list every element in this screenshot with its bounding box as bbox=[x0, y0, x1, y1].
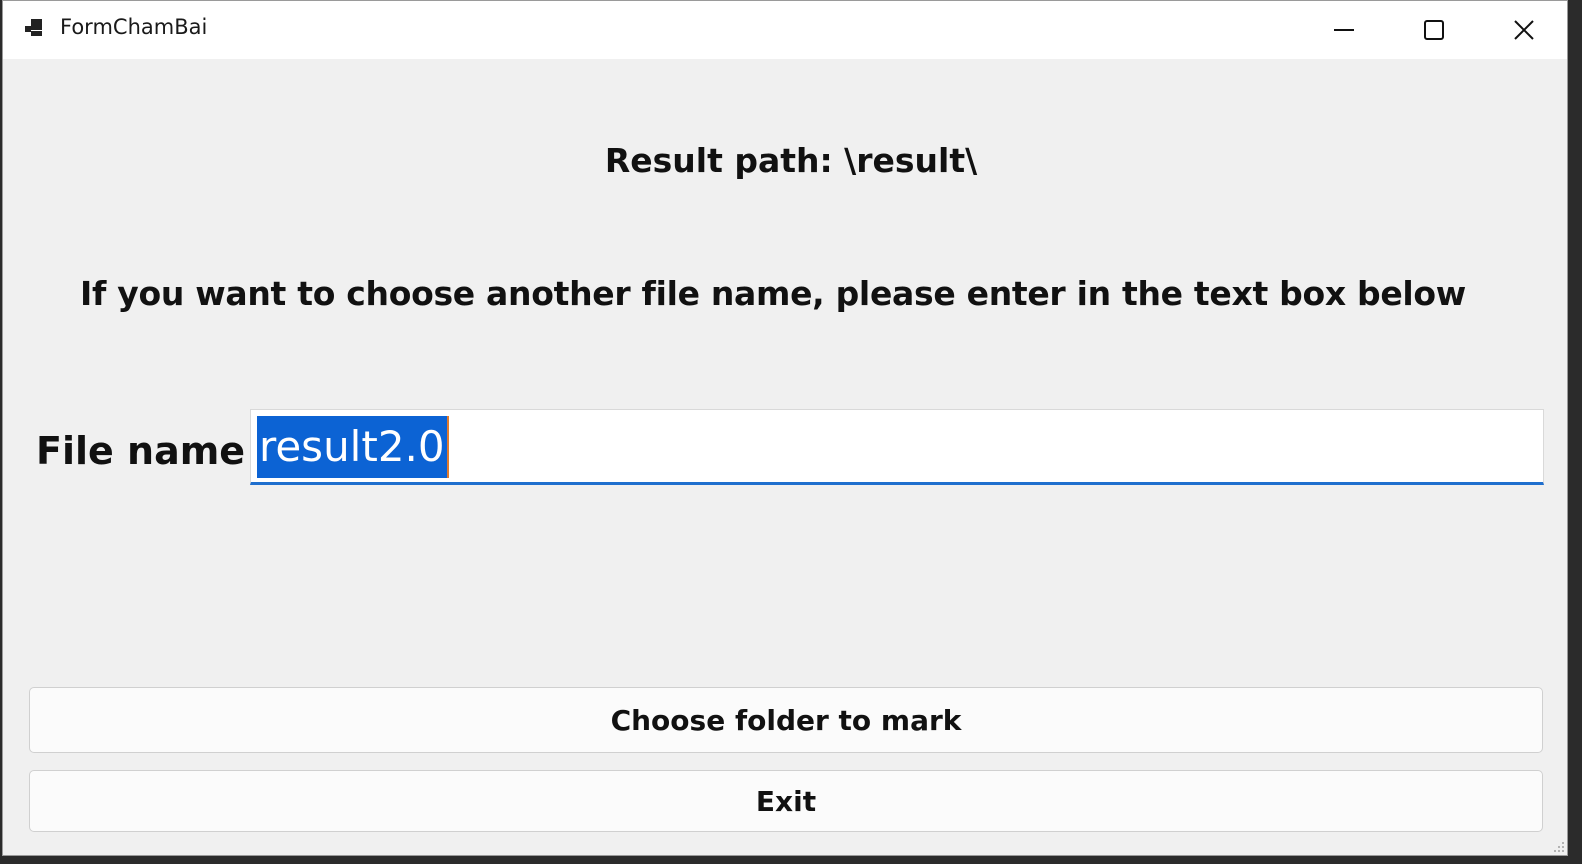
exit-button[interactable]: Exit bbox=[29, 770, 1543, 832]
minimize-icon bbox=[1334, 29, 1354, 31]
app-icon bbox=[25, 19, 42, 36]
maximize-button[interactable] bbox=[1389, 1, 1479, 59]
title-bar[interactable]: FormChamBai bbox=[3, 1, 1567, 59]
file-name-input[interactable]: result2.0 bbox=[250, 409, 1544, 485]
maximize-icon bbox=[1424, 20, 1444, 40]
window-title: FormChamBai bbox=[60, 15, 208, 39]
resize-grip-icon[interactable] bbox=[1551, 839, 1565, 853]
close-icon bbox=[1514, 20, 1534, 40]
close-button[interactable] bbox=[1479, 1, 1567, 59]
result-path-label: Result path: \result\ bbox=[604, 141, 978, 180]
minimize-button[interactable] bbox=[1299, 1, 1389, 59]
file-name-value: result2.0 bbox=[257, 416, 449, 478]
instruction-label: If you want to choose another file name,… bbox=[80, 274, 1466, 313]
choose-folder-button[interactable]: Choose folder to mark bbox=[29, 687, 1543, 753]
file-name-label: File name bbox=[36, 429, 246, 473]
form-window: FormChamBai Result path: \result\ If you… bbox=[2, 0, 1568, 856]
